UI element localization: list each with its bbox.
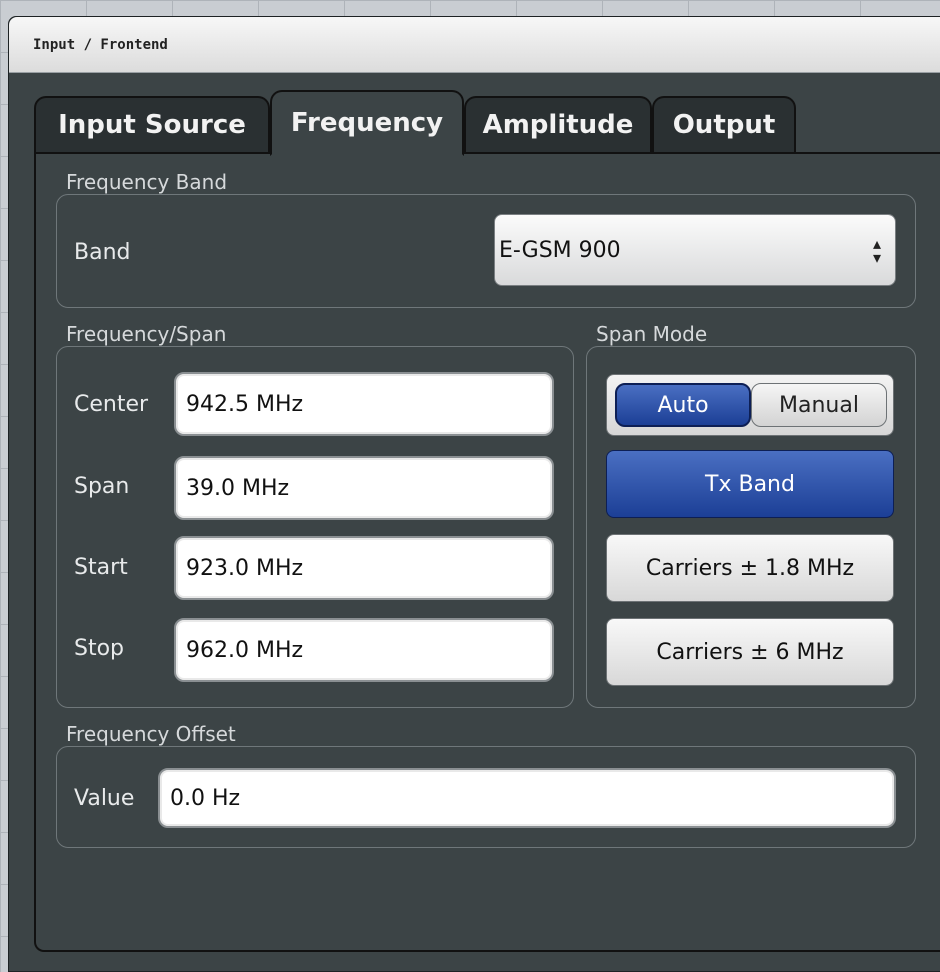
- stop-value: 962.0 MHz: [186, 637, 304, 663]
- tab-amplitude[interactable]: Amplitude: [464, 96, 652, 152]
- dialog-title: Input / Frontend: [33, 37, 168, 53]
- start-input[interactable]: 923.0 MHz: [174, 536, 554, 600]
- updown-arrow-icon: ▴ ▾: [872, 234, 881, 267]
- tab-output[interactable]: Output: [652, 96, 796, 152]
- auto-manual-toggle: Auto Manual: [606, 374, 894, 436]
- span-input[interactable]: 39.0 MHz: [174, 456, 554, 520]
- tab-input-source[interactable]: Input Source: [34, 96, 270, 152]
- tx-band-button[interactable]: Tx Band: [606, 450, 894, 518]
- stop-input[interactable]: 962.0 MHz: [174, 618, 554, 682]
- frequency-band-section-label: Frequency Band: [66, 170, 228, 194]
- frequency-offset-value: 0.0 Hz: [170, 785, 241, 811]
- manual-button[interactable]: Manual: [751, 383, 887, 427]
- carriers-1-8-mhz-button[interactable]: Carriers ± 1.8 MHz: [606, 534, 894, 602]
- frequency-offset-input[interactable]: 0.0 Hz: [158, 768, 896, 828]
- frequency-offset-section-label: Frequency Offset: [66, 722, 236, 746]
- center-label: Center: [74, 392, 149, 417]
- stop-label: Stop: [74, 636, 125, 661]
- value-label: Value: [74, 786, 135, 811]
- tab-frequency[interactable]: Frequency: [270, 90, 464, 156]
- band-select-value: E-GSM 900: [499, 237, 621, 263]
- band-label: Band: [74, 240, 131, 265]
- span-label: Span: [74, 474, 130, 499]
- frequency-span-section-label: Frequency/Span: [66, 322, 227, 346]
- center-value: 942.5 MHz: [186, 391, 304, 417]
- start-label: Start: [74, 555, 128, 580]
- span-mode-section-label: Span Mode: [596, 322, 708, 346]
- band-select[interactable]: E-GSM 900 ▴ ▾: [494, 214, 896, 286]
- span-value: 39.0 MHz: [186, 475, 290, 501]
- auto-button[interactable]: Auto: [615, 383, 751, 427]
- start-value: 923.0 MHz: [186, 555, 304, 581]
- center-input[interactable]: 942.5 MHz: [174, 372, 554, 436]
- carriers-6-mhz-button[interactable]: Carriers ± 6 MHz: [606, 618, 894, 686]
- dialog-title-bar[interactable]: Input / Frontend: [9, 17, 940, 73]
